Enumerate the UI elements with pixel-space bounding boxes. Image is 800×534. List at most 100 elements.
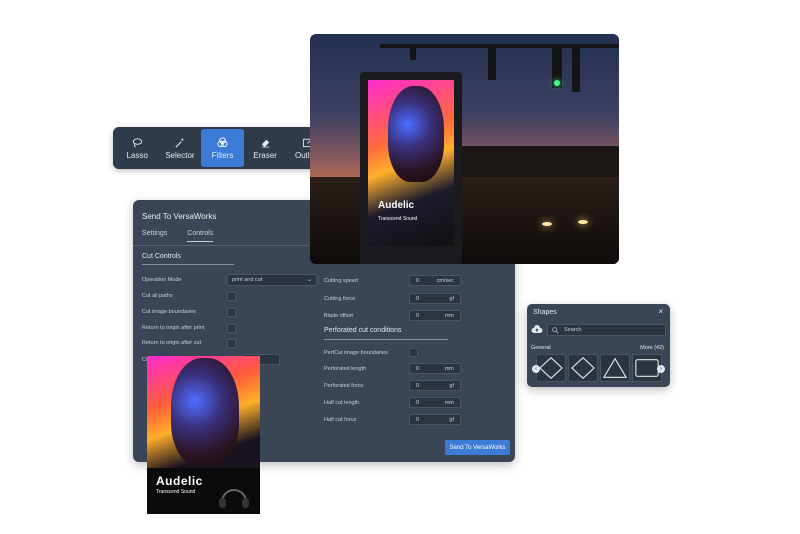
portrait-image [388,86,444,182]
dialog-title: Send To VersaWorks [142,212,217,221]
car-headlight [578,220,588,224]
tool-eraser-label: Eraser [253,150,277,160]
cutting-speed-field[interactable]: 0 cm/sec [409,275,461,286]
cut-image-boundaries-label: Cut image boundaries [142,309,196,315]
tool-filters-label: Filters [211,150,234,160]
return-origin-cut-checkbox[interactable] [227,339,236,348]
tab-settings[interactable]: Settings [142,230,167,242]
half-cut-length-unit: mm [444,400,454,406]
traffic-light [410,46,416,60]
billboard-tagline: Transcend Sound [378,216,418,222]
tool-selector[interactable]: Selector [159,129,202,167]
perforated-length-label: Perforated length [324,366,367,372]
shape-triangle[interactable] [600,354,630,382]
return-origin-print-checkbox[interactable] [227,324,236,333]
traffic-light [488,48,496,80]
car-headlight [542,222,552,226]
triangle-shape-icon [602,357,628,378]
blade-offset-field[interactable]: 0 mm [409,310,461,321]
tool-eraser[interactable]: Eraser [244,129,287,167]
cutting-speed-label: Cutting speed [324,278,358,284]
operation-mode-value: print and cut [232,277,263,283]
cutting-force-unit: gf [449,296,454,302]
cutting-speed-value: 0 [416,278,420,284]
green-signal-light [554,80,560,86]
diamond-shape-icon [539,357,563,379]
tool-selector-label: Selector [165,150,195,160]
perforated-title: Perforated cut conditions [324,327,402,334]
cloud-upload-icon[interactable] [531,325,543,335]
tool-bar: Lasso Selector Filters Eraser Outline [113,127,332,169]
billboard-brand: Audelic [378,200,415,211]
operation-mode-select[interactable]: print and cut ⌄ [227,274,317,286]
cut-all-paths-checkbox[interactable] [227,292,236,301]
eraser-icon [261,139,269,147]
half-cut-force-field[interactable]: 0 gf [409,414,461,425]
half-cut-force-unit: gf [449,417,454,423]
half-cut-length-field[interactable]: 0 mm [409,397,461,408]
chevron-right-icon[interactable]: › [657,365,665,373]
blade-offset-unit: mm [444,313,454,319]
poster-art [147,356,260,468]
shapes-category-label: General [531,345,551,351]
perforated-length-value: 0 [416,366,420,372]
poster-image: Audelic Transcend Sound [147,356,260,514]
headphones-icon [219,489,249,508]
half-cut-force-value: 0 [416,417,420,423]
blade-offset-value: 0 [416,313,420,319]
half-cut-force-label: Half cut force [324,417,357,423]
dialog-tabs: Settings Controls [142,230,214,242]
cut-controls-underline [142,264,234,265]
search-icon [552,327,559,334]
perforated-underline [324,339,448,340]
tool-lasso-label: Lasso [126,150,148,160]
return-origin-print-label: Return to origin after print [142,325,205,331]
send-to-versaworks-button[interactable]: Send To VersaWorks [445,440,510,455]
shapes-search-input[interactable]: Search [547,324,666,336]
perforated-length-unit: mm [444,366,454,372]
shapes-panel: Shapes × Search General More (42) ‹ › [527,304,670,387]
return-origin-cut-label: Return to origin after cut [142,340,202,346]
tab-controls[interactable]: Controls [187,230,214,242]
close-icon[interactable]: × [658,307,663,316]
street-photo: Audelic Transcend Sound [310,34,619,264]
cutting-force-value: 0 [416,296,420,302]
poster-tagline: Transcend Sound [156,489,196,495]
shape-diamond[interactable] [568,354,598,382]
perfcut-boundaries-checkbox[interactable] [409,348,418,357]
cutting-speed-unit: cm/sec [436,278,454,284]
perforated-force-field[interactable]: 0 gf [409,380,461,391]
lasso-icon [132,137,142,147]
perfcut-boundaries-label: PerfCut image boundaries [324,350,388,356]
shapes-title: Shapes [533,309,557,316]
street [310,176,619,264]
perforated-force-value: 0 [416,383,420,389]
perforated-length-field[interactable]: 0 mm [409,363,461,374]
cut-image-boundaries-checkbox[interactable] [227,308,236,317]
half-cut-length-label: Half cut length [324,400,360,406]
poster-brand: Audelic [156,474,203,488]
billboard-screen: Audelic Transcend Sound [368,80,454,246]
cut-controls-title: Cut Controls [142,253,181,260]
tool-filters[interactable]: Filters [201,129,244,167]
tool-lasso[interactable]: Lasso [116,129,159,167]
diamond-shape-icon [571,357,595,379]
filters-icon [217,136,228,147]
traffic-light [572,48,580,92]
tabs-divider [133,245,309,246]
chevron-left-icon[interactable]: ‹ [532,365,540,373]
shapes-more-link[interactable]: More (42) [640,345,664,351]
perforated-force-label: Perforated force [324,383,364,389]
shape-diamond[interactable] [536,354,566,382]
perforated-force-unit: gf [449,383,454,389]
search-placeholder: Search [564,327,582,333]
cutting-force-field[interactable]: 0 gf [409,293,461,304]
cut-all-paths-label: Cut all paths [142,293,173,299]
cutting-force-label: Cutting force [324,296,356,302]
half-cut-length-value: 0 [416,400,420,406]
magic-wand-icon [175,137,185,147]
operation-mode-label: Operation Mode [142,277,182,283]
blade-offset-label: Blade offset [324,313,353,319]
billboard-kiosk: Audelic Transcend Sound [360,72,462,264]
chevron-down-icon: ⌄ [306,277,312,283]
